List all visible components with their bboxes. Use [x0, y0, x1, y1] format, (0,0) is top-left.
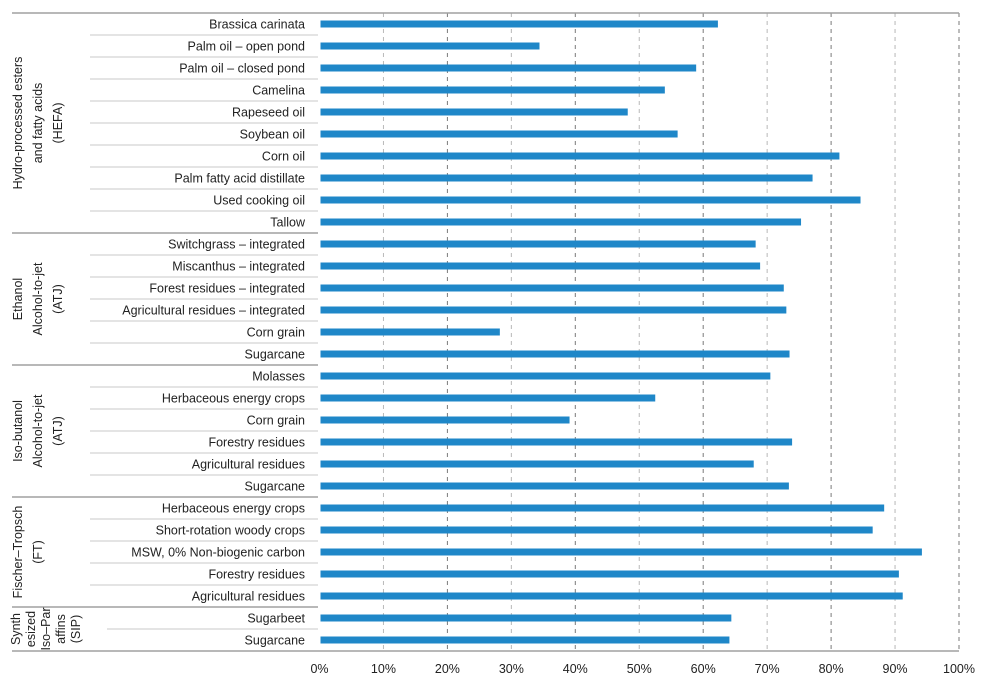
- x-tick-label: 70%: [755, 662, 780, 676]
- category-label: Soybean oil: [240, 128, 305, 142]
- category-label: Palm oil – closed pond: [179, 62, 305, 76]
- x-tick-label: 0%: [310, 662, 328, 676]
- category-label: Corn grain: [247, 414, 305, 428]
- bar: [320, 284, 784, 292]
- bar: [320, 240, 756, 248]
- bar: [320, 152, 840, 160]
- bar: [320, 592, 903, 600]
- x-tick-label: 80%: [819, 662, 844, 676]
- bar: [320, 548, 922, 556]
- x-tick-label: 90%: [883, 662, 908, 676]
- bar: [320, 20, 718, 28]
- category-label: Brassica carinata: [209, 18, 305, 32]
- category-label: Sugarcane: [245, 480, 306, 494]
- bar: [320, 174, 813, 182]
- bar: [320, 570, 899, 578]
- bar: [320, 108, 628, 116]
- x-axis-tick-labels: 0% 10% 20% 30% 40% 50% 60% 70% 80% 90% 100%: [310, 662, 975, 676]
- category-label: Molasses: [252, 370, 305, 384]
- bar: [320, 306, 787, 314]
- bar: [320, 504, 885, 512]
- bar: [320, 372, 771, 380]
- bar: [320, 86, 665, 94]
- group-label: (FT): [31, 540, 45, 564]
- category-label: Sugarcane: [245, 348, 306, 362]
- group-label: (SIP): [69, 615, 83, 643]
- category-label: Agricultural residues: [192, 458, 305, 472]
- category-label: Rapeseed oil: [232, 106, 305, 120]
- category-label: Corn oil: [262, 150, 305, 164]
- group-label: Ethanol: [11, 278, 25, 320]
- bar: [320, 438, 793, 446]
- category-label: Corn grain: [247, 326, 305, 340]
- bar: [320, 218, 802, 226]
- bar: [320, 526, 873, 534]
- category-label: Camelina: [252, 84, 305, 98]
- bar: [320, 328, 500, 336]
- group-label: Synth: [9, 613, 23, 645]
- group-label: Iso–Par: [39, 607, 53, 650]
- group-label: Alcohol-to-jet: [31, 394, 45, 467]
- category-label: Forestry residues: [208, 568, 305, 582]
- group-labels: Hydro-processed esters and fatty acids (HE…: [9, 57, 83, 651]
- bar: [320, 416, 570, 424]
- bar: [320, 196, 861, 204]
- category-label: Used cooking oil: [213, 194, 305, 208]
- category-label: Sugarcane: [245, 634, 306, 648]
- x-tick-label: 30%: [499, 662, 524, 676]
- group-label: esized: [24, 611, 38, 647]
- category-label: Palm fatty acid distillate: [174, 172, 305, 186]
- group-label: Alcohol-to-jet: [31, 262, 45, 335]
- category-label: Palm oil – open pond: [188, 40, 305, 54]
- bars: [320, 20, 922, 644]
- x-tick-label: 60%: [691, 662, 716, 676]
- x-tick-label: 50%: [627, 662, 652, 676]
- bar: [320, 482, 789, 490]
- category-label: Agricultural residues: [192, 590, 305, 604]
- category-labels: Brassica carinata Palm oil – open pond Pal…: [122, 18, 306, 648]
- group-label: affins: [54, 614, 68, 644]
- bar: [320, 42, 540, 50]
- category-label: Herbaceous energy crops: [162, 502, 305, 516]
- group-label: (ATJ): [51, 416, 65, 446]
- group-label: Iso-butanol: [11, 400, 25, 462]
- category-label: Miscanthus – integrated: [172, 260, 305, 274]
- x-tick-label: 10%: [371, 662, 396, 676]
- category-label: Forest residues – integrated: [149, 282, 305, 296]
- category-label: Tallow: [270, 216, 306, 230]
- group-label: (ATJ): [51, 284, 65, 314]
- category-label: Short-rotation woody crops: [156, 524, 305, 538]
- x-tick-label: 100%: [943, 662, 975, 676]
- bar: [320, 262, 761, 270]
- bar: [320, 614, 732, 622]
- bar: [320, 636, 730, 644]
- group-label: Fischer–Tropsch: [11, 506, 25, 599]
- x-tick-label: 20%: [435, 662, 460, 676]
- category-label: Herbaceous energy crops: [162, 392, 305, 406]
- category-label: Forestry residues: [208, 436, 305, 450]
- category-label: Sugarbeet: [247, 612, 305, 626]
- group-label: (HEFA): [51, 103, 65, 144]
- category-label: Agricultural residues – integrated: [122, 304, 305, 318]
- bar: [320, 394, 656, 402]
- bar: [320, 130, 678, 138]
- bar: [320, 64, 697, 72]
- category-label: MSW, 0% Non-biogenic carbon: [131, 546, 305, 560]
- group-label: and fatty acids: [31, 83, 45, 164]
- category-label: Switchgrass – integrated: [168, 238, 305, 252]
- bar: [320, 460, 754, 468]
- group-label: Hydro-processed esters: [11, 57, 25, 190]
- bar-chart: Brassica carinata Palm oil – open pond Pal…: [9, 12, 975, 676]
- x-tick-label: 40%: [563, 662, 588, 676]
- bar: [320, 350, 790, 358]
